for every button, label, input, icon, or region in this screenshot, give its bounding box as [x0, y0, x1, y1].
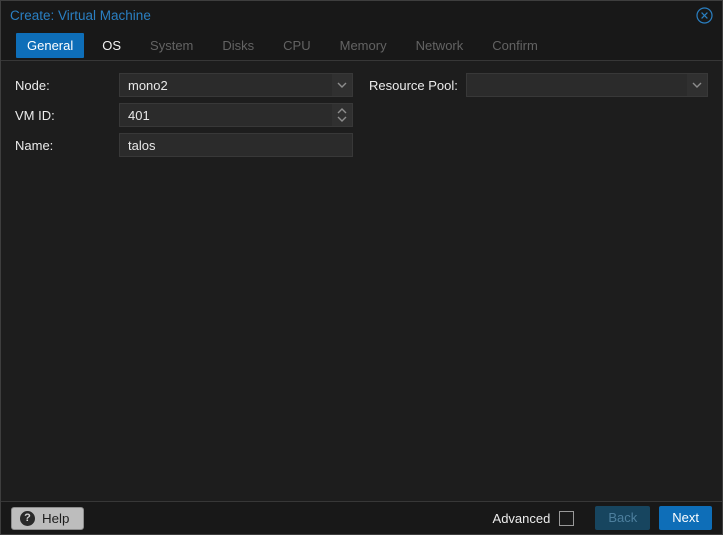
resource-pool-label: Resource Pool:	[369, 78, 466, 93]
vmid-label: VM ID:	[15, 108, 119, 123]
vmid-spinner[interactable]	[119, 103, 353, 127]
tab-network: Network	[405, 33, 475, 58]
name-row: Name:	[15, 133, 353, 157]
node-label: Node:	[15, 78, 119, 93]
vmid-row: VM ID:	[15, 103, 353, 127]
next-button[interactable]: Next	[659, 506, 712, 530]
name-input[interactable]	[120, 134, 352, 156]
tab-memory: Memory	[329, 33, 398, 58]
footer-actions: Advanced Back Next	[493, 506, 712, 530]
chevron-down-icon[interactable]	[687, 74, 707, 96]
help-button[interactable]: ? Help	[11, 507, 84, 530]
dialog-footer: ? Help Advanced Back Next	[1, 502, 722, 534]
form-left-column: Node: VM ID:	[15, 73, 353, 163]
chevron-down-icon[interactable]	[332, 74, 352, 96]
advanced-label: Advanced	[493, 511, 551, 526]
tab-confirm: Confirm	[481, 33, 549, 58]
node-row: Node:	[15, 73, 353, 97]
question-circle-icon: ?	[20, 511, 35, 526]
node-input[interactable]	[120, 74, 332, 96]
close-icon[interactable]	[696, 7, 713, 24]
dialog-title: Create: Virtual Machine	[10, 8, 151, 23]
chevron-up-down-icon[interactable]	[332, 104, 352, 126]
advanced-checkbox[interactable]	[559, 511, 574, 526]
back-button[interactable]: Back	[595, 506, 650, 530]
general-tab-panel: Node: VM ID:	[1, 60, 722, 502]
tab-system: System	[139, 33, 204, 58]
tab-general[interactable]: General	[16, 33, 84, 58]
resource-pool-row: Resource Pool:	[369, 73, 708, 97]
name-field[interactable]	[119, 133, 353, 157]
help-button-label: Help	[42, 511, 69, 526]
resource-pool-combobox[interactable]	[466, 73, 708, 97]
vmid-input[interactable]	[120, 104, 332, 126]
tab-os[interactable]: OS	[91, 33, 132, 58]
tab-cpu: CPU	[272, 33, 321, 58]
resource-pool-input[interactable]	[467, 74, 687, 96]
form-right-column: Resource Pool:	[369, 73, 708, 103]
tab-disks: Disks	[211, 33, 265, 58]
create-vm-dialog: Create: Virtual Machine General OS Syste…	[0, 0, 723, 535]
name-label: Name:	[15, 138, 119, 153]
dialog-titlebar: Create: Virtual Machine	[1, 1, 722, 30]
wizard-tabbar: General OS System Disks CPU Memory Netwo…	[1, 30, 722, 60]
node-combobox[interactable]	[119, 73, 353, 97]
